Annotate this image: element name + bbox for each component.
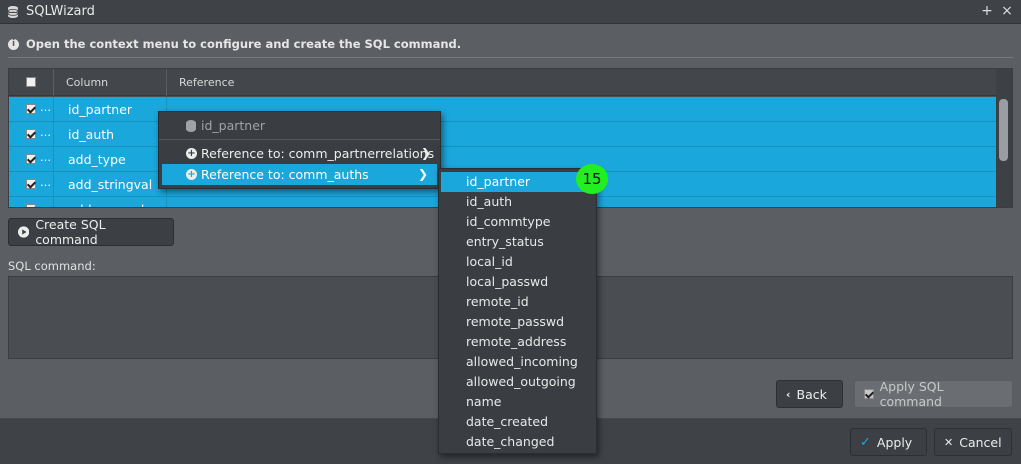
submenu-item-remote-address[interactable]: remote_address bbox=[439, 332, 596, 352]
apply-sql-button[interactable]: Apply SQL command bbox=[854, 379, 1013, 409]
row-expand[interactable]: … bbox=[40, 201, 51, 207]
close-button[interactable]: × bbox=[998, 2, 1016, 20]
menu-item-label: Reference to: comm_partnerrelations bbox=[201, 146, 435, 161]
row-expand[interactable]: … bbox=[40, 176, 51, 189]
row-expand[interactable]: … bbox=[40, 126, 51, 139]
submenu: id_partner id_auth id_commtype entry_sta… bbox=[438, 168, 597, 454]
chevron-right-icon: ❯ bbox=[420, 146, 431, 160]
close-icon: ✕ bbox=[944, 435, 954, 449]
row-column-name: add_type bbox=[54, 147, 167, 171]
info-message: i Open the context menu to configure and… bbox=[8, 35, 461, 53]
submenu-item-entry-status[interactable]: entry_status bbox=[439, 232, 596, 252]
database-icon bbox=[7, 5, 19, 18]
context-menu-header: id_partner bbox=[159, 112, 440, 140]
row-checkbox[interactable] bbox=[26, 204, 36, 207]
submenu-item-date-changed[interactable]: date_changed bbox=[439, 432, 596, 452]
submenu-item-allowed-incoming[interactable]: allowed_incoming bbox=[439, 352, 596, 372]
divider bbox=[8, 57, 1013, 58]
info-icon: i bbox=[8, 38, 19, 50]
row-column-name: add_stringval bbox=[54, 172, 167, 196]
back-label: Back bbox=[796, 386, 827, 402]
title-bar: SQLWizard + × bbox=[0, 0, 1021, 24]
sql-command-label: SQL command: bbox=[8, 259, 96, 273]
select-all-checkbox[interactable] bbox=[26, 77, 36, 87]
apply-sql-label: Apply SQL command bbox=[879, 379, 944, 409]
menu-item-label: Reference to: comm_auths bbox=[201, 167, 369, 182]
plus-circle-icon: + bbox=[186, 169, 197, 180]
menu-item-ref-partnerrelations[interactable]: + Reference to: comm_partnerrelations ❯ bbox=[159, 143, 440, 164]
submenu-item-name[interactable]: name bbox=[439, 392, 596, 412]
row-column-name: id_partner bbox=[54, 97, 167, 121]
row-expand[interactable]: … bbox=[40, 151, 51, 164]
row-checkbox[interactable] bbox=[26, 179, 36, 189]
header-select-all[interactable] bbox=[9, 69, 54, 96]
submenu-item-id-auth[interactable]: id_auth bbox=[439, 192, 596, 212]
submenu-item-allowed-outgoing[interactable]: allowed_outgoing bbox=[439, 372, 596, 392]
submenu-item-remote-passwd[interactable]: remote_passwd bbox=[439, 312, 596, 332]
scrollbar-thumb[interactable] bbox=[999, 99, 1008, 161]
apply-button[interactable]: ✓ Apply bbox=[850, 428, 927, 456]
menu-item-ref-comm-auths[interactable]: + Reference to: comm_auths ❯ bbox=[162, 164, 437, 185]
check-icon bbox=[864, 389, 874, 399]
header-column[interactable]: Column bbox=[54, 69, 167, 96]
chevron-left-icon: ‹ bbox=[786, 387, 791, 401]
context-menu-title: id_partner bbox=[201, 118, 266, 133]
plus-circle-icon: + bbox=[186, 148, 197, 159]
create-sql-button[interactable]: Create SQL command bbox=[8, 217, 174, 247]
context-menu: id_partner + Reference to: comm_partnerr… bbox=[158, 111, 441, 189]
submenu-item-local-passwd[interactable]: local_passwd bbox=[439, 272, 596, 292]
create-sql-label: Create SQL command bbox=[35, 217, 106, 247]
checkmark-icon: ✓ bbox=[860, 434, 871, 450]
info-text: Open the context menu to configure and c… bbox=[26, 37, 462, 51]
step-badge: 15 bbox=[576, 164, 608, 194]
apply-label: Apply bbox=[876, 434, 913, 450]
submenu-item-id-commtype[interactable]: id_commtype bbox=[439, 212, 596, 232]
grid-scrollbar[interactable] bbox=[996, 69, 1012, 207]
grid-header: Column Reference bbox=[9, 69, 997, 96]
row-checkbox[interactable] bbox=[26, 104, 36, 114]
cancel-label: Cancel bbox=[959, 434, 1002, 450]
submenu-item-id-partner[interactable]: id_partner bbox=[441, 172, 594, 192]
back-button[interactable]: ‹ Back bbox=[776, 380, 843, 408]
submenu-item-local-id[interactable]: local_id bbox=[439, 252, 596, 272]
row-checkbox[interactable] bbox=[26, 129, 36, 139]
chevron-right-icon: ❯ bbox=[417, 167, 428, 181]
window-title: SQLWizard bbox=[26, 4, 95, 19]
header-reference[interactable]: Reference bbox=[167, 69, 997, 96]
cancel-button[interactable]: ✕ Cancel bbox=[934, 428, 1012, 456]
row-column-name: add_numval bbox=[54, 197, 167, 207]
database-icon bbox=[186, 120, 196, 132]
play-icon bbox=[18, 226, 30, 238]
row-expand[interactable]: … bbox=[40, 101, 51, 114]
submenu-item-remote-id[interactable]: remote_id bbox=[439, 292, 596, 312]
row-column-name: id_auth bbox=[54, 122, 167, 146]
submenu-item-date-created[interactable]: date_created bbox=[439, 412, 596, 432]
maximize-button[interactable]: + bbox=[978, 2, 996, 20]
row-checkbox[interactable] bbox=[26, 154, 36, 164]
